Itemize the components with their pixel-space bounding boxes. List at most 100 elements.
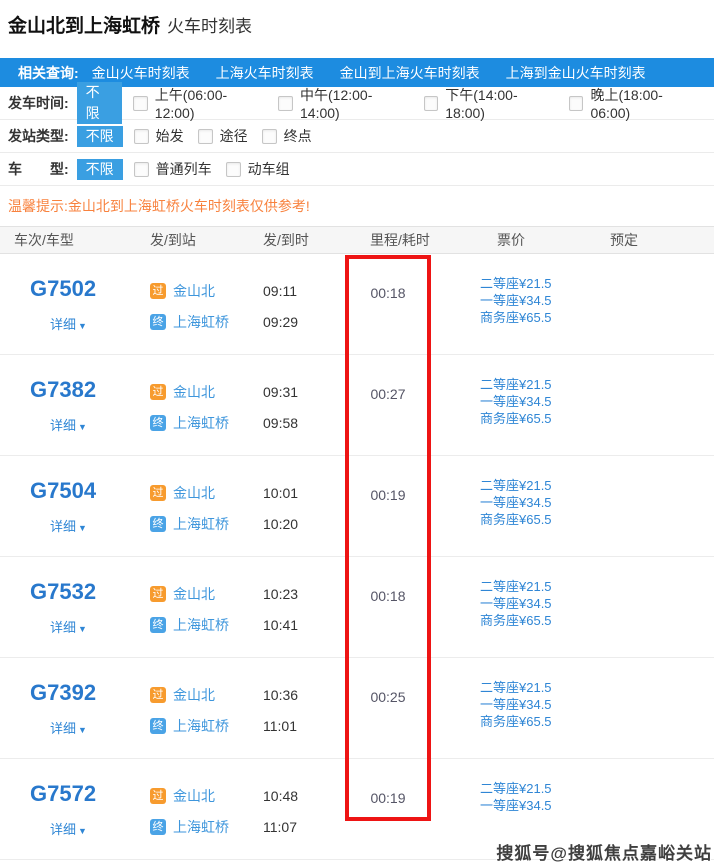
checkbox-terminal[interactable] [262,129,277,144]
option-evening[interactable]: 晚上(18:00-06:00) [569,85,700,121]
from-station-line: 过 金山北 [150,483,215,503]
timetable-page: 金山北到上海虹桥火车时刻表 相关查询: 金山火车时刻表 上海火车时刻表 金山到上… [0,0,714,867]
station-to-link[interactable]: 上海虹桥 [173,716,229,736]
checkbox-origin[interactable] [134,129,149,144]
header-cell-booking: 预定 [610,230,638,250]
train-number-link[interactable]: G7572 [30,781,96,807]
filter-section: 发车时间: 不限 上午(06:00-12:00) 中午(12:00-14:00)… [0,87,714,186]
checkbox-ordinary-train[interactable] [134,162,149,177]
checkbox-via[interactable] [198,129,213,144]
train-number-link[interactable]: G7504 [30,478,96,504]
station-from-link[interactable]: 金山北 [173,685,215,705]
to-station-line: 终 上海虹桥 [150,716,229,736]
checkbox-emu-train[interactable] [226,162,241,177]
option-label-morning: 上午(06:00-12:00) [155,85,265,121]
detail-link[interactable]: 详细▼ [50,516,87,535]
pass-badge: 过 [150,687,166,703]
price-first-class: 一等座¥34.5 [480,292,552,309]
option-afternoon[interactable]: 下午(14:00-18:00) [424,85,555,121]
related-link-shanghai[interactable]: 上海火车时刻表 [216,63,314,83]
price-first-class: 一等座¥34.5 [480,494,552,511]
detail-label: 详细 [50,822,76,837]
terminal-badge: 终 [150,718,166,734]
checkbox-noon[interactable] [278,96,293,111]
station-from-link[interactable]: 金山北 [173,281,215,301]
train-row: G7504 详细▼ 过 金山北 终 上海虹桥 10:01 10:20 00:19… [0,456,714,557]
timetable: 车次/车型 发/到站 发/到时 里程/耗时 票价 预定 G7502 详细▼ 过 … [0,226,714,860]
page-title: 金山北到上海虹桥火车时刻表 [8,11,252,38]
header-cell-duration: 里程/耗时 [370,230,430,250]
pass-badge: 过 [150,586,166,602]
duration-value: 00:27 [345,386,431,402]
station-to-link[interactable]: 上海虹桥 [173,413,229,433]
option-terminal[interactable]: 终点 [262,126,312,146]
option-label-terminal: 终点 [284,126,312,146]
option-label-evening: 晚上(18:00-06:00) [590,85,700,121]
from-station-line: 过 金山北 [150,382,215,402]
option-ordinary-train[interactable]: 普通列车 [134,159,212,179]
station-to-link[interactable]: 上海虹桥 [173,312,229,332]
header-cell-train: 车次/车型 [14,230,74,250]
price-second-class: 二等座¥21.5 [480,679,552,696]
unlimited-button-station-type[interactable]: 不限 [77,126,123,147]
arrive-time: 11:07 [263,819,297,835]
station-to-link[interactable]: 上海虹桥 [173,817,229,837]
caret-down-icon: ▼ [78,725,87,735]
related-link-jinshan-to-shanghai[interactable]: 金山到上海火车时刻表 [340,63,480,83]
watermark-text: 搜狐号@搜狐焦点嘉峪关站 [496,839,712,864]
price-list: 二等座¥21.5 一等座¥34.5 [480,780,552,814]
unlimited-button-depart-time[interactable]: 不限 [77,82,122,124]
checkbox-afternoon[interactable] [424,96,439,111]
depart-time: 09:11 [263,283,297,299]
station-from-link[interactable]: 金山北 [173,786,215,806]
option-emu-train[interactable]: 动车组 [226,159,290,179]
price-second-class: 二等座¥21.5 [480,780,552,797]
option-label-origin: 始发 [156,126,184,146]
option-origin[interactable]: 始发 [134,126,184,146]
depart-time: 10:23 [263,586,298,602]
checkbox-morning[interactable] [133,96,148,111]
price-list: 二等座¥21.5 一等座¥34.5 商务座¥65.5 [480,477,552,528]
caret-down-icon: ▼ [78,624,87,634]
station-to-link[interactable]: 上海虹桥 [173,514,229,534]
option-morning[interactable]: 上午(06:00-12:00) [133,85,264,121]
station-from-link[interactable]: 金山北 [173,382,215,402]
detail-link[interactable]: 详细▼ [50,819,87,838]
terminal-badge: 终 [150,516,166,532]
station-from-link[interactable]: 金山北 [173,584,215,604]
filter-label-station-type: 发站类型: [8,126,69,146]
terminal-badge: 终 [150,314,166,330]
detail-link[interactable]: 详细▼ [50,718,87,737]
train-number-link[interactable]: G7392 [30,680,96,706]
station-from-link[interactable]: 金山北 [173,483,215,503]
train-row: G7502 详细▼ 过 金山北 终 上海虹桥 09:11 09:29 00:18… [0,254,714,355]
page-title-suffix: 火车时刻表 [167,17,252,36]
from-station-line: 过 金山北 [150,786,215,806]
detail-link[interactable]: 详细▼ [50,617,87,636]
station-to-link[interactable]: 上海虹桥 [173,615,229,635]
checkbox-evening[interactable] [569,96,584,111]
header-cell-times: 发/到时 [263,230,309,250]
price-list: 二等座¥21.5 一等座¥34.5 商务座¥65.5 [480,275,552,326]
depart-time: 10:36 [263,687,298,703]
related-link-jinshan[interactable]: 金山火车时刻表 [92,63,190,83]
related-link-shanghai-to-jinshan[interactable]: 上海到金山火车时刻表 [506,63,646,83]
detail-link[interactable]: 详细▼ [50,415,87,434]
price-second-class: 二等座¥21.5 [480,477,552,494]
arrive-time: 09:58 [263,415,298,431]
from-station-line: 过 金山北 [150,685,215,705]
detail-label: 详细 [50,620,76,635]
pass-badge: 过 [150,485,166,501]
arrive-time: 09:29 [263,314,298,330]
unlimited-button-train-type[interactable]: 不限 [77,159,123,180]
option-label-emu-train: 动车组 [248,159,290,179]
filter-label-train-type: 车 型: [8,159,69,179]
option-noon[interactable]: 中午(12:00-14:00) [278,85,409,121]
option-via[interactable]: 途径 [198,126,248,146]
option-label-afternoon: 下午(14:00-18:00) [445,85,555,121]
train-number-link[interactable]: G7532 [30,579,96,605]
detail-link[interactable]: 详细▼ [50,314,87,333]
to-station-line: 终 上海虹桥 [150,514,229,534]
train-number-link[interactable]: G7502 [30,276,96,302]
train-number-link[interactable]: G7382 [30,377,96,403]
